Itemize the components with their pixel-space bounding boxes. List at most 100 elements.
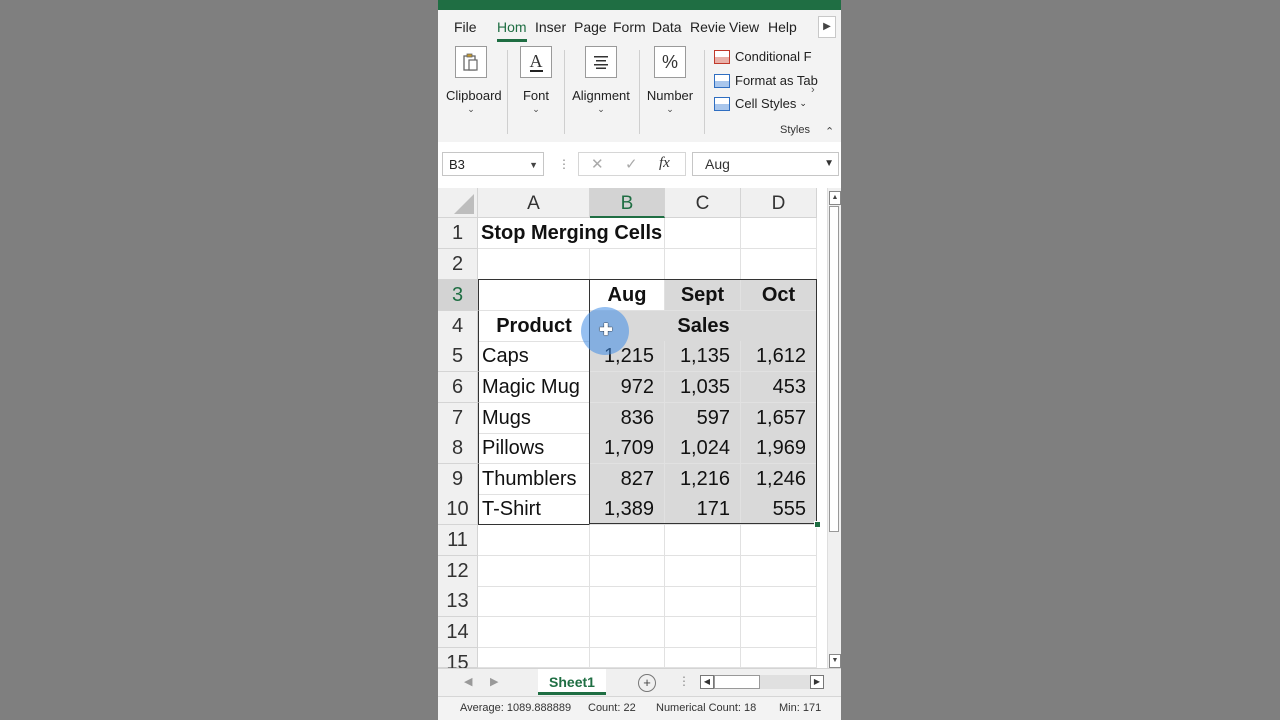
cell-b9[interactable]: 827 xyxy=(590,464,665,495)
cell-a6[interactable]: Magic Mug xyxy=(478,372,590,403)
cell-c5[interactable]: 1,135 xyxy=(665,341,741,372)
cell-b8[interactable]: 1,709 xyxy=(590,433,665,464)
formula-input[interactable]: Aug ▼ xyxy=(692,152,839,176)
cell-b14[interactable] xyxy=(590,617,665,648)
cell-a14[interactable] xyxy=(478,617,590,648)
scroll-left-icon[interactable]: ◀ xyxy=(700,675,714,689)
cell-a7[interactable]: Mugs xyxy=(478,403,590,434)
horizontal-scrollbar-thumb[interactable] xyxy=(714,675,760,689)
next-sheet-icon[interactable]: ▶ xyxy=(490,675,498,688)
tab-data[interactable]: Data xyxy=(652,19,682,35)
cell-d7[interactable]: 1,657 xyxy=(741,403,817,434)
cell-a12[interactable] xyxy=(478,556,590,587)
prev-sheet-icon[interactable]: ◀ xyxy=(464,675,472,688)
row-header-13[interactable]: 13 xyxy=(438,586,478,617)
font-group[interactable]: A Font ⌄ xyxy=(518,46,554,115)
cell-a5[interactable]: Caps xyxy=(478,341,590,372)
cell-b7[interactable]: 836 xyxy=(590,403,665,434)
row-header-11[interactable]: 11 xyxy=(438,525,478,556)
scroll-up-icon[interactable]: ▲ xyxy=(829,191,841,205)
row-header-8[interactable]: 8 xyxy=(438,433,478,464)
select-all-button[interactable] xyxy=(438,188,478,218)
collapse-ribbon-icon[interactable]: ⌃ xyxy=(825,125,834,138)
cell-c2[interactable] xyxy=(665,249,741,280)
cell-a1[interactable]: Stop Merging Cells xyxy=(478,218,662,249)
row-header-5[interactable]: 5 xyxy=(438,341,478,372)
add-sheet-icon[interactable]: + xyxy=(638,674,656,692)
cell-d14[interactable] xyxy=(741,617,817,648)
insert-function-icon[interactable]: fx xyxy=(659,155,670,172)
name-box[interactable]: B3 ▼ xyxy=(442,152,544,176)
horizontal-scrollbar[interactable]: ◀ ▶ xyxy=(700,675,824,689)
cell-b11[interactable] xyxy=(590,525,665,556)
cell-c9[interactable]: 1,216 xyxy=(665,464,741,495)
cell-a9[interactable]: Thumblers xyxy=(478,464,590,495)
format-as-table-button[interactable]: Format as Tab xyxy=(714,73,818,88)
cell-b10[interactable]: 1,389 xyxy=(590,494,665,525)
row-header-3[interactable]: 3 xyxy=(438,280,478,311)
cell-d11[interactable] xyxy=(741,525,817,556)
cell-d6[interactable]: 453 xyxy=(741,372,817,403)
scroll-right-icon[interactable]: ▶ xyxy=(810,675,824,689)
cell-c10[interactable]: 171 xyxy=(665,494,741,525)
cell-c13[interactable] xyxy=(665,586,741,617)
cell-b2[interactable] xyxy=(590,249,665,280)
more-options-icon[interactable]: ⋮ xyxy=(678,674,690,688)
cell-d15[interactable] xyxy=(741,648,817,668)
tab-scroll-right-button[interactable]: ▶ xyxy=(818,16,836,38)
scroll-down-icon[interactable]: ▼ xyxy=(829,654,841,668)
conditional-formatting-button[interactable]: Conditional F xyxy=(714,49,812,64)
cell-a11[interactable] xyxy=(478,525,590,556)
tab-page-layout[interactable]: Page xyxy=(574,19,607,35)
cell-d12[interactable] xyxy=(741,556,817,587)
tab-insert[interactable]: Inser xyxy=(535,19,566,35)
cell-d8[interactable]: 1,969 xyxy=(741,433,817,464)
cell-c7[interactable]: 597 xyxy=(665,403,741,434)
cell-c15[interactable] xyxy=(665,648,741,668)
check-icon[interactable]: ✓ xyxy=(625,155,638,173)
clipboard-group[interactable]: Clipboard ⌄ xyxy=(446,46,502,115)
row-header-12[interactable]: 12 xyxy=(438,556,478,587)
scrollbar-thumb[interactable] xyxy=(829,206,839,532)
cell-a13[interactable] xyxy=(478,586,590,617)
cell-c1[interactable] xyxy=(665,218,741,249)
cell-d5[interactable]: 1,612 xyxy=(741,341,817,372)
cell-d3[interactable]: Oct xyxy=(741,280,817,311)
cell-c14[interactable] xyxy=(665,617,741,648)
fill-handle[interactable] xyxy=(814,521,821,528)
tab-formulas[interactable]: Form xyxy=(613,19,646,35)
drag-handle-icon[interactable]: ⋮ xyxy=(558,157,570,171)
cell-c6[interactable]: 1,035 xyxy=(665,372,741,403)
cell-a3[interactable] xyxy=(478,279,590,311)
cell-d9[interactable]: 1,246 xyxy=(741,464,817,495)
column-header-d[interactable]: D xyxy=(741,188,817,218)
cell-d10[interactable]: 555 xyxy=(741,494,817,525)
column-header-c[interactable]: C xyxy=(665,188,741,218)
cell-a2[interactable] xyxy=(478,249,590,280)
tab-help[interactable]: Help xyxy=(768,19,797,35)
cell-a15[interactable] xyxy=(478,648,590,668)
expand-formula-bar-icon[interactable]: ▼ xyxy=(824,153,834,175)
cell-a4[interactable]: Product xyxy=(478,311,590,342)
column-header-b[interactable]: B xyxy=(590,188,665,218)
sheet-tab-sheet1[interactable]: Sheet1 xyxy=(538,669,606,695)
cancel-icon[interactable]: ✕ xyxy=(591,155,604,173)
row-header-1[interactable]: 1 xyxy=(438,218,478,249)
tab-file[interactable]: File xyxy=(454,19,477,35)
alignment-group[interactable]: Alignment ⌄ xyxy=(572,46,630,115)
row-header-10[interactable]: 10 xyxy=(438,494,478,525)
tab-review[interactable]: Revie xyxy=(690,19,726,35)
cell-c3[interactable]: Sept xyxy=(665,280,741,311)
cell-c8[interactable]: 1,024 xyxy=(665,433,741,464)
cell-b1[interactable] xyxy=(590,218,665,249)
row-header-6[interactable]: 6 xyxy=(438,372,478,403)
cell-a10[interactable]: T-Shirt xyxy=(478,494,590,525)
cell-d1[interactable] xyxy=(741,218,817,249)
cell-c11[interactable] xyxy=(665,525,741,556)
row-header-14[interactable]: 14 xyxy=(438,617,478,648)
tab-view[interactable]: View xyxy=(729,19,759,35)
chevron-down-icon[interactable]: ▼ xyxy=(529,153,538,177)
cell-c12[interactable] xyxy=(665,556,741,587)
cell-a8[interactable]: Pillows xyxy=(478,433,590,464)
row-header-2[interactable]: 2 xyxy=(438,249,478,280)
